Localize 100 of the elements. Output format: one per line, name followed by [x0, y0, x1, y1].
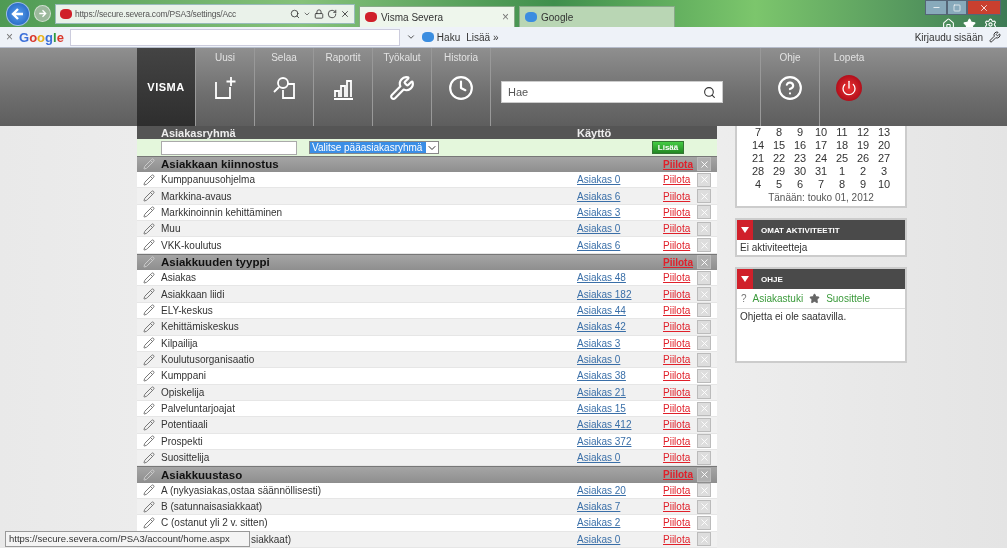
search-button[interactable]: Haku: [421, 31, 461, 43]
forward-button[interactable]: [34, 5, 51, 22]
wrench-icon[interactable]: [989, 31, 1001, 43]
address-bar[interactable]: https://secure.severa.com/PSA3/settings/Acc: [55, 3, 355, 24]
browser-tab[interactable]: Google: [519, 6, 675, 27]
pencil-icon[interactable]: [143, 468, 155, 481]
calendar-day[interactable]: 31: [814, 165, 828, 178]
hide-link[interactable]: Piilota: [663, 419, 691, 431]
calendar-day[interactable]: 9: [796, 126, 804, 139]
pencil-icon[interactable]: [143, 369, 155, 382]
calendar-day[interactable]: 7: [817, 178, 825, 191]
pencil-icon[interactable]: [143, 386, 155, 399]
refresh-icon[interactable]: [327, 8, 337, 19]
hide-link[interactable]: Piilota: [663, 435, 691, 447]
usage-link[interactable]: Asiakas 38: [577, 370, 626, 382]
hide-link[interactable]: Piilota: [663, 517, 691, 529]
pencil-icon[interactable]: [143, 222, 155, 235]
pencil-icon[interactable]: [143, 288, 155, 301]
usage-link[interactable]: Asiakas 3: [577, 206, 621, 218]
usage-link[interactable]: Asiakas 2: [577, 517, 621, 529]
pencil-icon[interactable]: [143, 304, 155, 317]
help-link[interactable]: Asiakastuki: [752, 293, 804, 304]
calendar-day[interactable]: 18: [835, 139, 849, 152]
calendar-day[interactable]: 13: [877, 126, 891, 139]
calendar-day[interactable]: 20: [877, 139, 891, 152]
hide-link[interactable]: Piilota: [663, 337, 691, 349]
calendar-day[interactable]: 11: [836, 126, 848, 139]
usage-link[interactable]: Asiakas 21: [577, 386, 626, 398]
help-link[interactable]: Suosittele: [826, 293, 871, 304]
collapse-button[interactable]: [737, 220, 753, 240]
pencil-icon[interactable]: [143, 516, 155, 529]
calendar-day[interactable]: 10: [814, 126, 828, 139]
calendar-day[interactable]: 10: [877, 178, 891, 191]
hide-link[interactable]: Piilota: [663, 305, 691, 316]
usage-link[interactable]: Asiakas 6: [577, 190, 621, 202]
usage-link[interactable]: Asiakas 412: [577, 419, 632, 431]
usage-link[interactable]: Asiakas 7: [577, 501, 621, 513]
pencil-icon[interactable]: [143, 173, 155, 186]
delete-button[interactable]: [697, 157, 711, 172]
hide-link[interactable]: Piilota: [663, 206, 691, 218]
pencil-icon[interactable]: [143, 320, 155, 333]
search-icon[interactable]: [290, 8, 300, 19]
calendar-day[interactable]: 23: [793, 152, 807, 165]
hide-link[interactable]: Piilota: [663, 174, 691, 186]
pencil-icon[interactable]: [143, 239, 155, 252]
tab-close-button[interactable]: ×: [502, 10, 509, 24]
sign-in-link[interactable]: Kirjaudu sisään: [914, 31, 983, 43]
hide-link[interactable]: Piilota: [663, 386, 691, 398]
hide-link[interactable]: Piilota: [663, 321, 691, 333]
calendar-day[interactable]: 3: [880, 165, 888, 178]
add-button[interactable]: Lisää: [652, 141, 684, 155]
usage-link[interactable]: Asiakas 48: [577, 272, 626, 284]
calendar-day[interactable]: 2: [859, 165, 867, 178]
calendar-day[interactable]: 14: [751, 139, 765, 152]
pencil-icon[interactable]: [143, 190, 155, 203]
pencil-icon[interactable]: [143, 337, 155, 350]
hide-link[interactable]: Piilota: [663, 190, 691, 202]
usage-link[interactable]: Asiakas 42: [577, 321, 626, 333]
calendar-day[interactable]: 24: [814, 152, 828, 165]
usage-link[interactable]: Asiakas 0: [577, 174, 621, 186]
hide-link[interactable]: Piilota: [663, 403, 691, 415]
back-button[interactable]: [6, 1, 30, 26]
hide-link[interactable]: Piilota: [663, 370, 691, 382]
usage-link[interactable]: Asiakas 0: [577, 533, 621, 545]
calendar-day[interactable]: 9: [859, 178, 867, 191]
pencil-icon[interactable]: [143, 353, 155, 366]
input-field[interactable]: [161, 140, 297, 155]
calendar-day[interactable]: 8: [838, 178, 846, 191]
calendar-day[interactable]: 30: [793, 165, 807, 178]
calendar-day[interactable]: 16: [793, 139, 807, 152]
calendar-day[interactable]: 17: [814, 139, 828, 152]
usage-link[interactable]: Asiakas 182: [577, 288, 632, 300]
calendar-day[interactable]: 6: [796, 178, 804, 191]
search-field[interactable]: [69, 28, 400, 46]
usage-link[interactable]: Asiakas 20: [577, 484, 626, 496]
usage-link[interactable]: Asiakas 3: [577, 337, 621, 349]
maximize-button[interactable]: [947, 0, 967, 15]
hide-link[interactable]: Piilota: [663, 272, 691, 284]
hide-link[interactable]: Piilota: [663, 239, 691, 251]
calendar-day[interactable]: 5: [775, 178, 783, 191]
usage-link[interactable]: Asiakas 0: [577, 354, 621, 365]
hide-link[interactable]: Piilota: [663, 533, 691, 545]
usage-link[interactable]: Asiakas 44: [577, 305, 626, 316]
calendar-day[interactable]: 4: [754, 178, 762, 191]
collapse-button[interactable]: [737, 269, 753, 289]
calendar-day[interactable]: 15: [772, 139, 786, 152]
calendar-day[interactable]: 28: [751, 165, 765, 178]
pencil-icon[interactable]: [143, 402, 155, 415]
power-button[interactable]: [836, 75, 862, 101]
more-button[interactable]: Lisää »: [466, 31, 499, 43]
pencil-icon[interactable]: [143, 271, 155, 284]
pencil-icon[interactable]: [143, 435, 155, 448]
hide-link[interactable]: Piilota: [663, 288, 691, 300]
close-button[interactable]: [967, 0, 1001, 15]
calendar-day[interactable]: 22: [772, 152, 786, 165]
calendar-day[interactable]: 19: [856, 139, 870, 152]
hide-link[interactable]: Piilota: [663, 354, 691, 365]
pencil-icon[interactable]: [143, 158, 155, 171]
calendar-day[interactable]: 12: [856, 126, 870, 139]
pencil-icon[interactable]: [143, 500, 155, 513]
